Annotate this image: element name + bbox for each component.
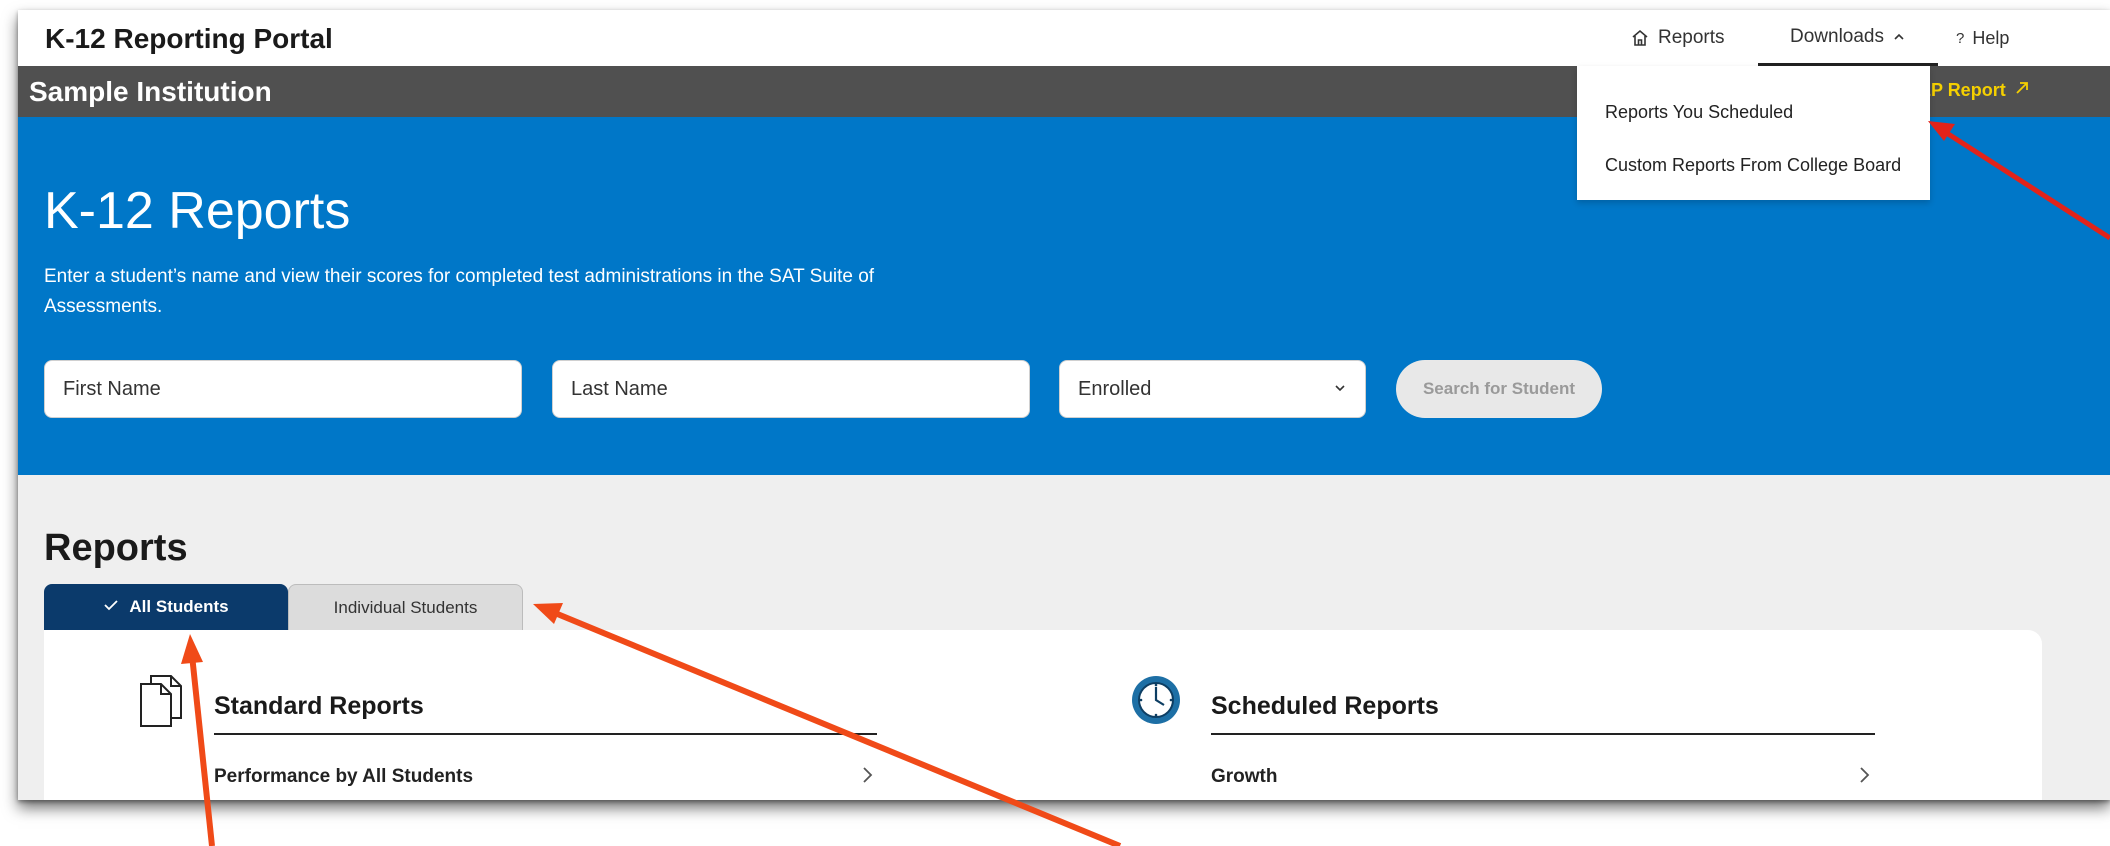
arrow-to-all-students-tab <box>181 634 215 846</box>
arrow-to-downloads-menu <box>1928 121 2110 241</box>
arrow-to-individual-students-tab <box>533 603 1122 846</box>
annotation-arrows <box>181 121 2110 846</box>
